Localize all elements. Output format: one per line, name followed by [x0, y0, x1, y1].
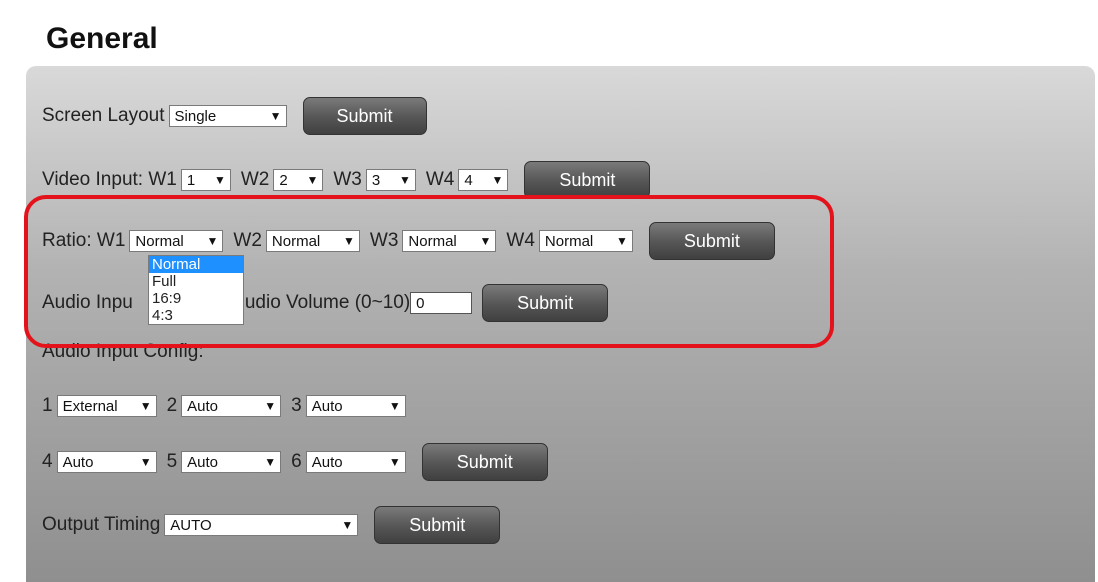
- video-input-w4-label: W4: [425, 169, 455, 190]
- audio-config-2-value: Auto: [187, 397, 219, 415]
- triangle-down-icon: ▼: [306, 173, 319, 187]
- triangle-down-icon: ▼: [213, 173, 226, 187]
- audio-config-3-label: 3: [291, 395, 302, 416]
- page-title: General: [46, 22, 158, 55]
- triangle-down-icon: ▼: [269, 109, 282, 123]
- triangle-down-icon: ▼: [264, 455, 277, 469]
- video-input-w1-select[interactable]: 1 ▼: [180, 169, 231, 191]
- video-input-w4-select[interactable]: 4 ▼: [458, 169, 509, 191]
- audio-config-5-label: 5: [166, 451, 178, 472]
- video-input-label: Video Input: W1: [42, 169, 177, 190]
- audio-config-5-value: Auto: [187, 453, 219, 471]
- video-input-w2-select[interactable]: 2 ▼: [273, 169, 324, 191]
- output-timing-label: Output Timing: [42, 514, 161, 535]
- audio-config-row-1: 1 External ▼ 2 Auto ▼ 3 Auto ▼: [42, 388, 416, 424]
- video-input-w3-label: W3: [333, 169, 362, 190]
- audio-config-row-2: 4 Auto ▼ 5 Auto ▼ 6 Auto ▼ Submit: [42, 443, 548, 481]
- audio-config-1-select[interactable]: External ▼: [56, 395, 157, 417]
- screen-layout-value: Single: [174, 107, 217, 125]
- video-input-w2-label: W2: [240, 169, 270, 190]
- audio-config-4-select[interactable]: Auto ▼: [56, 451, 157, 473]
- audio-config-4-label: 4: [42, 451, 53, 472]
- audio-config-5-select[interactable]: Auto ▼: [181, 451, 282, 473]
- triangle-down-icon: ▼: [139, 455, 152, 469]
- triangle-down-icon: ▼: [388, 399, 401, 413]
- screen-layout-submit-button[interactable]: Submit: [302, 97, 427, 135]
- audio-config-1-label: 1: [42, 395, 53, 416]
- triangle-down-icon: ▼: [388, 455, 401, 469]
- audio-config-6-label: 6: [291, 451, 302, 472]
- audio-config-3-select[interactable]: Auto ▼: [305, 395, 406, 417]
- triangle-down-icon: ▼: [398, 173, 411, 187]
- video-input-w3-value: 3: [371, 171, 381, 189]
- triangle-down-icon: ▼: [139, 399, 152, 413]
- triangle-down-icon: ▼: [341, 518, 354, 532]
- audio-config-6-value: Auto: [311, 453, 343, 471]
- audio-config-2-label: 2: [166, 395, 178, 416]
- triangle-down-icon: ▼: [264, 399, 277, 413]
- video-input-row: Video Input: W1 1 ▼ W2 2 ▼ W3 3 ▼ W4 4 ▼…: [42, 161, 651, 199]
- output-timing-row: Output Timing AUTO ▼ Submit: [42, 506, 501, 544]
- audio-config-2-select[interactable]: Auto ▼: [181, 395, 282, 417]
- annotation-highlight-box: [24, 195, 834, 348]
- output-timing-submit-button[interactable]: Submit: [374, 506, 501, 544]
- video-input-w3-select[interactable]: 3 ▼: [365, 169, 416, 191]
- audio-config-3-value: Auto: [311, 397, 343, 415]
- video-input-submit-button[interactable]: Submit: [524, 161, 651, 199]
- audio-config-6-select[interactable]: Auto ▼: [305, 451, 406, 473]
- output-timing-select[interactable]: AUTO ▼: [164, 514, 359, 536]
- video-input-w4-value: 4: [464, 171, 473, 189]
- audio-config-submit-button[interactable]: Submit: [421, 443, 548, 481]
- video-input-w1-value: 1: [186, 171, 196, 189]
- screen-layout-label: Screen Layout: [42, 105, 165, 126]
- screen-layout-row: Screen Layout Single ▼ Submit: [42, 97, 427, 135]
- audio-config-1-value: External: [62, 397, 118, 415]
- screen-layout-select[interactable]: Single ▼: [168, 105, 287, 127]
- triangle-down-icon: ▼: [491, 173, 504, 187]
- output-timing-value: AUTO: [170, 516, 212, 534]
- video-input-w2-value: 2: [279, 171, 288, 189]
- audio-config-4-value: Auto: [62, 453, 94, 471]
